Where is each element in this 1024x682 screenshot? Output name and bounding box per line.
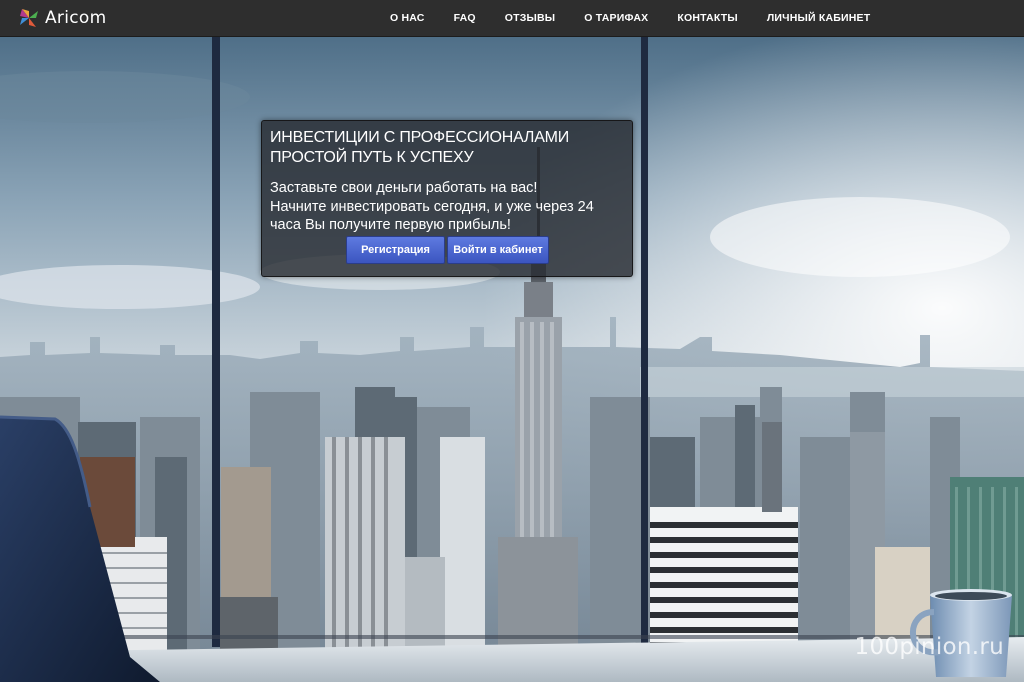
hero-title: ИНВЕСТИЦИИ С ПРОФЕССИОНАЛАМИ ПРОСТОЙ ПУТ… — [270, 128, 624, 168]
main-nav: О НАС FAQ ОТЗЫВЫ О ТАРИФАХ КОНТАКТЫ ЛИЧН… — [390, 0, 870, 36]
register-button[interactable]: Регистрация — [346, 236, 445, 264]
nav-tariffs[interactable]: О ТАРИФАХ — [584, 12, 648, 24]
nav-contacts[interactable]: КОНТАКТЫ — [677, 12, 737, 24]
hero-text-line-3: часа Вы получите первую прибыль! — [270, 217, 511, 233]
hero-info-panel: ИНВЕСТИЦИИ С ПРОФЕССИОНАЛАМИ ПРОСТОЙ ПУТ… — [261, 120, 633, 277]
hero-title-line-1: ИНВЕСТИЦИИ С ПРОФЕССИОНАЛАМИ — [270, 129, 570, 146]
top-navigation-bar: Aricom О НАС FAQ ОТЗЫВЫ О ТАРИФАХ КОНТАК… — [0, 0, 1024, 37]
nav-reviews[interactable]: ОТЗЫВЫ — [505, 12, 556, 24]
brand-name: Aricom — [45, 8, 107, 28]
hero-text-line-2: Начните инвестировать сегодня, и уже чер… — [270, 198, 594, 215]
hero-description: Заставьте свои деньги работать на вас! Н… — [270, 179, 624, 235]
pinwheel-icon — [20, 9, 38, 27]
nav-account[interactable]: ЛИЧНЫЙ КАБИНЕТ — [767, 12, 871, 24]
hero-text-line-1: Заставьте свои деньги работать на вас! — [270, 180, 538, 196]
brand-logo[interactable]: Aricom — [18, 6, 106, 30]
login-button[interactable]: Войти в кабинет — [447, 236, 549, 264]
hero-title-line-2: ПРОСТОЙ ПУТЬ К УСПЕХУ — [270, 149, 474, 166]
nav-faq[interactable]: FAQ — [454, 12, 476, 24]
nav-about[interactable]: О НАС — [390, 12, 425, 24]
watermark-text: 100pinion.ru — [854, 634, 1004, 660]
hero-buttons: Регистрация Войти в кабинет — [346, 236, 549, 264]
